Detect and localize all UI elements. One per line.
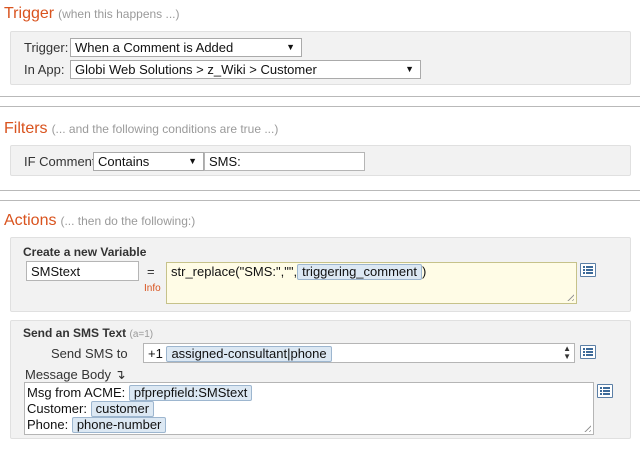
trigger-title: Trigger [4,5,55,22]
message-body-text: Message Body [25,367,111,382]
filters-panel: IF Comment Contains ▼ SMS: [10,145,631,176]
sms-text-token[interactable]: pfprepfield:SMStext [128,385,253,401]
body-line-text: Phone: [27,417,69,432]
send-to-prefix: +1 [148,346,163,361]
message-body-textarea[interactable]: Msg from ACME: pfprepfield:SMStext Custo… [24,382,594,435]
variable-name-input[interactable]: SMStext [26,261,139,281]
actions-subtitle: (... then do the following:) [60,214,196,228]
phone-number-token[interactable]: phone-number [71,417,167,433]
if-comment-label: IF Comment [24,154,96,169]
app-label: In App: [24,62,65,77]
body-line: Customer: customer [27,401,591,417]
expression-textarea[interactable]: str_replace("SMS:","", triggering_comment… [166,262,577,304]
send-to-input[interactable]: +1 assigned-consultant|phone ▲ ▼ [143,343,575,363]
info-link[interactable]: Info [144,283,161,294]
app-select[interactable]: Globi Web Solutions > z_Wiki > Customer … [70,60,421,79]
trigger-select-value: When a Comment is Added [75,40,234,55]
filters-subtitle: (... and the following conditions are tr… [51,122,279,136]
field-picker-icon[interactable] [580,263,596,277]
app-select-value: Globi Web Solutions > z_Wiki > Customer [75,62,317,77]
assigned-consultant-token[interactable]: assigned-consultant|phone [166,346,332,362]
trigger-panel: Trigger: When a Comment is Added ▼ In Ap… [10,31,631,85]
sms-panel: Send an SMS Text (a=1) Send SMS to +1 as… [10,320,631,439]
resize-grip-icon[interactable] [565,292,574,301]
divider [0,96,640,97]
trigger-select[interactable]: When a Comment is Added ▼ [70,38,302,57]
spinner-icon[interactable]: ▲ ▼ [563,345,571,361]
chevron-down-icon: ▼ [286,42,295,52]
body-line: Msg from ACME: pfprepfield:SMStext [27,385,591,401]
sms-heading-text: Send an SMS Text [23,326,127,340]
variable-name-text: SMStext [31,264,81,279]
message-body-label: Message Body ↴ [25,367,126,383]
filters-section-title: Filters (... and the following conditions… [4,120,278,138]
chevron-down-icon: ▼ [188,156,197,166]
actions-title: Actions [4,212,57,229]
filter-value-text: SMS: [209,154,241,169]
customer-token[interactable]: customer [90,401,155,417]
filter-value-input[interactable]: SMS: [204,152,365,171]
divider [0,200,640,201]
expression-suffix: ) [422,264,427,279]
body-line: Phone: phone-number [27,417,591,433]
condition-select[interactable]: Contains ▼ [93,152,204,171]
variable-panel: Create a new Variable SMStext = Info str… [10,237,631,312]
chevron-down-icon: ▼ [405,64,414,74]
body-line-text: Msg from ACME: [27,385,126,400]
trigger-subtitle: (when this happens ...) [58,7,180,21]
sms-heading-note: (a=1) [129,329,154,340]
divider [0,106,640,107]
triggering-comment-token[interactable]: triggering_comment [297,264,422,280]
field-picker-icon[interactable] [597,384,613,398]
body-line-text: Customer: [27,401,87,416]
divider [0,190,640,191]
filters-title: Filters [4,120,48,137]
sms-heading: Send an SMS Text (a=1) [23,326,153,340]
equals-sign: = [147,264,155,279]
condition-select-value: Contains [98,154,150,169]
variable-heading: Create a new Variable [23,245,147,259]
trigger-section-title: Trigger (when this happens ...) [4,5,180,23]
send-to-label: Send SMS to [51,346,128,361]
field-picker-icon[interactable] [580,345,596,359]
expression-prefix: str_replace("SMS:","", [171,264,298,279]
actions-section-title: Actions (... then do the following:) [4,212,195,230]
message-body-glyph: ↴ [114,367,126,382]
trigger-label: Trigger: [24,40,69,55]
